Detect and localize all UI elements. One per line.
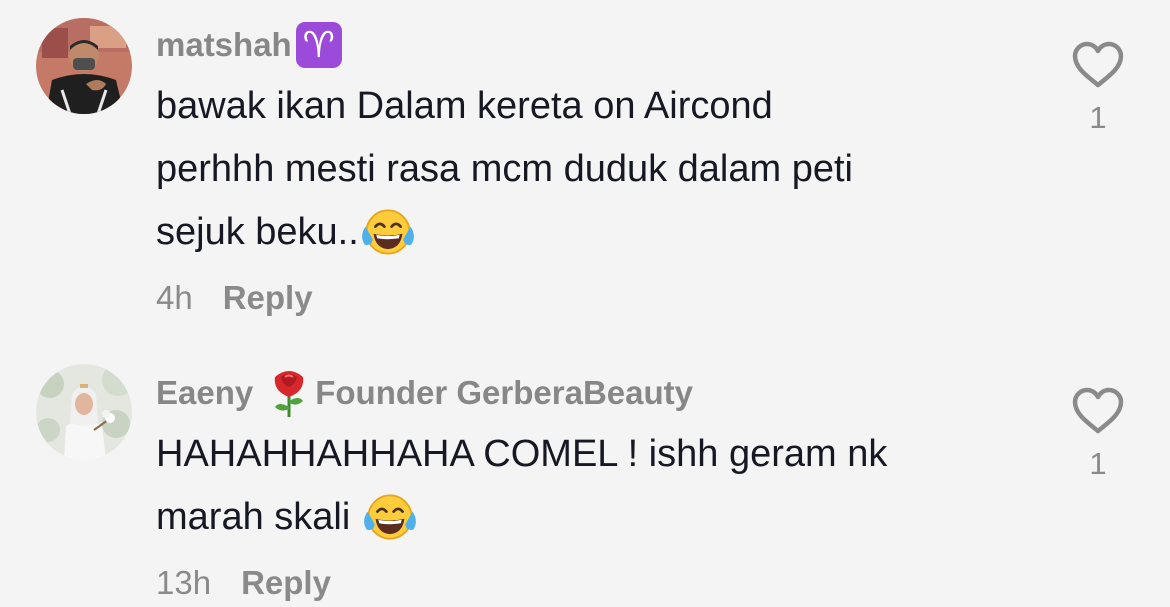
reply-button[interactable]: Reply — [241, 564, 331, 602]
comment-meta: 13h Reply — [156, 559, 1036, 607]
heart-icon[interactable] — [1070, 40, 1126, 90]
timestamp: 4h — [156, 279, 193, 316]
like-control: 1 — [1070, 40, 1126, 136]
user-avatar-image — [36, 364, 132, 460]
comment-line: HAHAHHAHHAHA COMEL ! ishh geram nk — [156, 433, 888, 475]
comment-body: matshah ♈ bawak ikan Dalam kereta on Air… — [156, 16, 1036, 322]
rose-icon — [275, 371, 304, 417]
username-suffix: Founder GerberaBeauty — [315, 374, 693, 411]
username[interactable]: matshah — [156, 26, 292, 64]
comment-line: perhhh mesti rasa mcm duduk dalam peti — [156, 148, 853, 190]
like-count: 1 — [1089, 446, 1107, 481]
face-with-tears-of-joy-icon — [361, 206, 415, 258]
username-row: matshah ♈ — [156, 19, 1036, 71]
comment-line: sejuk beku.. — [156, 211, 359, 253]
user-avatar-image — [36, 18, 132, 114]
comment-text: HAHAHHAHHAHA COMEL ! ishh geram nk marah… — [156, 423, 1036, 549]
face-with-tears-of-joy-icon — [363, 491, 417, 543]
comment-line: bawak ikan Dalam kereta on Aircond — [156, 85, 773, 127]
like-control: 1 — [1070, 386, 1126, 482]
comment-meta: 4h Reply — [156, 274, 1036, 322]
reply-button[interactable]: Reply — [223, 279, 313, 317]
username[interactable]: Eaeny — [156, 374, 253, 412]
avatar[interactable] — [36, 364, 132, 460]
heart-icon[interactable] — [1070, 386, 1126, 436]
avatar[interactable] — [36, 18, 132, 114]
timestamp: 13h — [156, 564, 212, 601]
aries-zodiac-icon: ♈ — [295, 22, 342, 68]
comment-body: Eaeny Founder GerberaBeauty HAHAHHAHHAHA… — [156, 364, 1036, 607]
comment-line: marah skali — [156, 496, 361, 538]
like-count: 1 — [1089, 100, 1107, 135]
username-row: Eaeny Founder GerberaBeauty — [156, 367, 1036, 419]
comment-text: bawak ikan Dalam kereta on Aircond perhh… — [156, 75, 1036, 264]
